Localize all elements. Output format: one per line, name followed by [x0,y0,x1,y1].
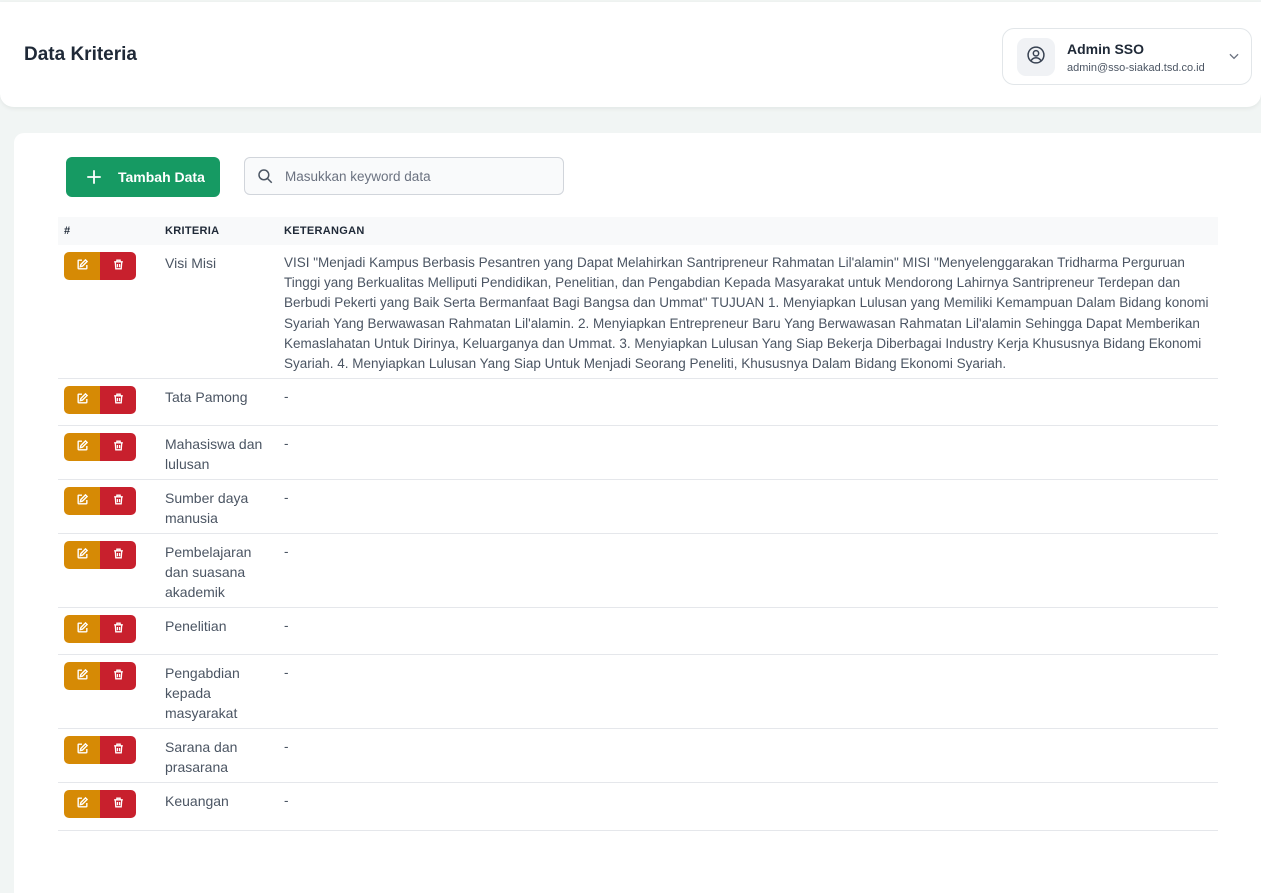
main-content: Tambah Data # KRITERIA KETERANGAN Visi M… [14,133,1261,893]
trash-icon [112,742,125,758]
column-header-keterangan: KETERANGAN [284,225,365,237]
search-icon [256,167,274,190]
kriteria-cell: Keuangan [165,793,229,809]
table-row: Mahasiswa dan lulusan - [58,426,1218,480]
delete-button[interactable] [100,386,136,414]
kriteria-cell: Visi Misi [165,255,217,271]
edit-button[interactable] [64,252,100,280]
delete-button[interactable] [100,736,136,764]
top-header: Data Kriteria Admin SSO admin@sso-siakad… [0,2,1261,108]
table-row: Sarana dan prasarana - [58,729,1218,783]
table-row: Keuangan - [58,783,1218,831]
row-actions [64,615,136,643]
add-data-button[interactable]: Tambah Data [66,157,220,197]
edit-button[interactable] [64,615,100,643]
edit-icon [76,668,89,684]
edit-button[interactable] [64,433,100,461]
trash-icon [112,258,125,274]
table-header: # KRITERIA KETERANGAN [58,217,1218,245]
delete-button[interactable] [100,541,136,569]
edit-button[interactable] [64,386,100,414]
delete-button[interactable] [100,662,136,690]
delete-button[interactable] [100,252,136,280]
kriteria-cell: Pengabdian kepada masyarakat [165,665,240,721]
keterangan-cell: - [284,618,289,633]
chevron-down-icon[interactable] [1227,49,1241,68]
kriteria-cell: Sarana dan prasarana [165,739,238,775]
table-row: Sumber daya manusia - [58,480,1218,534]
row-actions [64,433,136,461]
kriteria-table: # KRITERIA KETERANGAN Visi Misi VISI "Men… [58,217,1218,831]
edit-button[interactable] [64,790,100,818]
search-input[interactable] [285,158,555,194]
table-row: Penelitian - [58,608,1218,655]
edit-button[interactable] [64,541,100,569]
delete-button[interactable] [100,615,136,643]
column-header-kriteria: KRITERIA [165,225,220,237]
table-row: Pengabdian kepada masyarakat - [58,655,1218,729]
user-circle-icon [1026,45,1046,70]
row-actions [64,736,136,764]
table-body: Visi Misi VISI "Menjadi Kampus Berbasis P… [58,245,1218,831]
search-box[interactable] [244,157,564,195]
delete-button[interactable] [100,790,136,818]
delete-button[interactable] [100,433,136,461]
edit-button[interactable] [64,487,100,515]
row-actions [64,790,136,818]
edit-icon [76,742,89,758]
column-header-number: # [64,225,71,237]
trash-icon [112,621,125,637]
keterangan-cell: VISI "Menjadi Kampus Berbasis Pesantren … [284,255,1209,372]
edit-icon [76,392,89,408]
keterangan-cell: - [284,389,289,404]
table-row: Pembelajaran dan suasana akademik - [58,534,1218,608]
trash-icon [112,796,125,812]
table-row: Visi Misi VISI "Menjadi Kampus Berbasis P… [58,245,1218,379]
plus-icon [85,168,103,189]
row-actions [64,662,136,690]
edit-icon [76,258,89,274]
edit-icon [76,621,89,637]
row-actions [64,252,136,280]
keterangan-cell: - [284,739,289,754]
kriteria-cell: Sumber daya manusia [165,490,249,526]
row-actions [64,487,136,515]
edit-button[interactable] [64,736,100,764]
page-title: Data Kriteria [24,44,137,65]
trash-icon [112,668,125,684]
keterangan-cell: - [284,544,289,559]
user-email: admin@sso-siakad.tsd.co.id [1067,62,1205,74]
row-actions [64,541,136,569]
keterangan-cell: - [284,436,289,451]
user-menu[interactable]: Admin SSO admin@sso-siakad.tsd.co.id [1002,28,1252,85]
kriteria-cell: Mahasiswa dan lulusan [165,436,263,472]
edit-icon [76,796,89,812]
table-row: Tata Pamong - [58,379,1218,426]
kriteria-cell: Pembelajaran dan suasana akademik [165,544,252,600]
kriteria-cell: Tata Pamong [165,389,248,405]
keterangan-cell: - [284,793,289,808]
edit-icon [76,439,89,455]
trash-icon [112,547,125,563]
edit-button[interactable] [64,662,100,690]
keterangan-cell: - [284,490,289,505]
add-data-label: Tambah Data [118,169,205,185]
user-name: Admin SSO [1067,41,1145,57]
row-actions [64,386,136,414]
kriteria-cell: Penelitian [165,618,227,634]
keterangan-cell: - [284,665,289,680]
edit-icon [76,547,89,563]
user-avatar [1017,38,1055,76]
trash-icon [112,439,125,455]
edit-icon [76,493,89,509]
trash-icon [112,493,125,509]
trash-icon [112,392,125,408]
delete-button[interactable] [100,487,136,515]
